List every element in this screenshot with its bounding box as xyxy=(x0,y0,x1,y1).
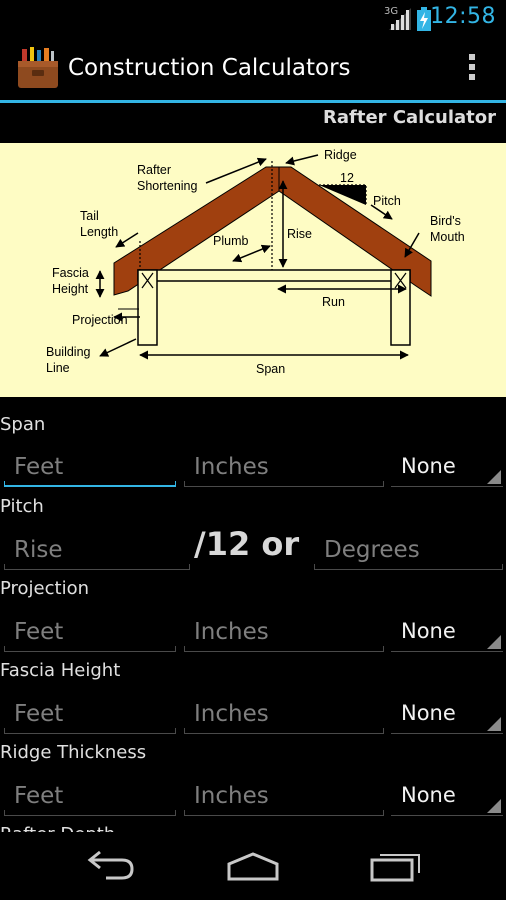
toolbox-app-icon[interactable] xyxy=(16,46,60,90)
span-unit-select[interactable]: None xyxy=(387,447,503,487)
fascia-height-label: Fascia Height xyxy=(0,660,121,681)
ridge-thickness-unit-value: None xyxy=(401,783,456,807)
recent-apps-icon[interactable] xyxy=(370,850,424,882)
projection-feet-input[interactable]: Feet xyxy=(0,612,176,652)
pitch-label: Pitch xyxy=(0,496,44,517)
status-bar: 3G 12:58 xyxy=(0,0,506,36)
projection-unit-value: None xyxy=(401,619,456,643)
label-pitch: Pitch xyxy=(373,194,401,208)
fascia-height-inches-input[interactable]: Inches xyxy=(180,694,384,734)
label-line: Line xyxy=(46,361,70,375)
overflow-menu-icon[interactable] xyxy=(468,54,476,84)
action-bar: Construction Calculators xyxy=(0,36,506,100)
ridge-thickness-unit-select[interactable]: None xyxy=(387,776,503,816)
span-feet-input[interactable]: Feet xyxy=(0,447,176,487)
signal-icon xyxy=(389,8,411,30)
label-rafter: Rafter xyxy=(137,163,171,177)
label-span: Span xyxy=(256,362,285,376)
projection-inches-input[interactable]: Inches xyxy=(180,612,384,652)
screen-title: Rafter Calculator xyxy=(323,107,496,128)
label-projection: Projection xyxy=(72,313,128,327)
ridge-thickness-label: Ridge Thickness xyxy=(0,742,147,763)
span-label: Span xyxy=(0,414,46,435)
navigation-bar xyxy=(0,832,506,900)
pitch-degrees-input[interactable]: Degrees xyxy=(310,530,503,570)
screen-header: Rafter Calculator xyxy=(0,103,506,143)
projection-unit-select[interactable]: None xyxy=(387,612,503,652)
rafter-depth-label: Rafter Depth xyxy=(0,824,115,832)
fascia-height-unit-value: None xyxy=(401,701,456,725)
label-shortening: Shortening xyxy=(137,179,198,193)
projection-label: Projection xyxy=(0,578,90,599)
label-mouth: Mouth xyxy=(430,230,465,244)
span-unit-value: None xyxy=(401,454,456,478)
label-rise: Rise xyxy=(287,227,312,241)
label-twelve: 12 xyxy=(340,171,354,185)
fascia-height-unit-select[interactable]: None xyxy=(387,694,503,734)
label-fascia: Fascia xyxy=(52,266,89,280)
pitch-rise-input[interactable]: Rise xyxy=(0,530,190,570)
home-icon[interactable] xyxy=(226,850,280,882)
label-height: Height xyxy=(52,282,89,296)
label-run: Run xyxy=(322,295,345,309)
label-birds: Bird's xyxy=(430,214,461,228)
rafter-form: Span Feet Inches None Pitch Rise /12 or … xyxy=(0,397,506,832)
label-tail: Tail xyxy=(80,209,99,223)
label-length: Length xyxy=(80,225,118,239)
span-inches-input[interactable]: Inches xyxy=(180,447,384,487)
ridge-thickness-inches-input[interactable]: Inches xyxy=(180,776,384,816)
fascia-height-feet-input[interactable]: Feet xyxy=(0,694,176,734)
ceiling-joist xyxy=(137,269,411,282)
back-icon[interactable] xyxy=(86,850,140,882)
rafter-diagram-svg: Rafter Shortening Ridge 12 Pitch Tail Le… xyxy=(46,148,465,376)
app-title: Construction Calculators xyxy=(68,55,351,81)
label-building: Building xyxy=(46,345,91,359)
label-ridge: Ridge xyxy=(324,148,357,162)
ridge-thickness-feet-input[interactable]: Feet xyxy=(0,776,176,816)
clock: 12:58 xyxy=(430,4,496,29)
pitch-separator: /12 or xyxy=(194,525,300,563)
label-plumb: Plumb xyxy=(213,234,248,248)
battery-charging-icon xyxy=(417,7,431,31)
rafter-diagram: Rafter Shortening Ridge 12 Pitch Tail Le… xyxy=(0,143,506,397)
